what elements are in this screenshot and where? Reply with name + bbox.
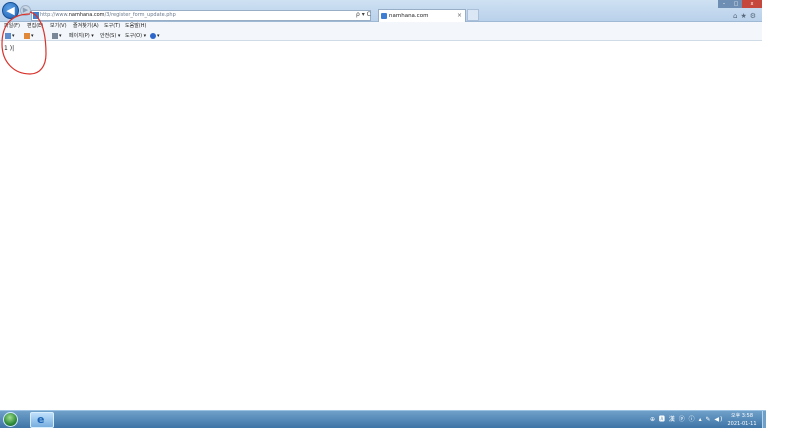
minimize-button[interactable]: – (718, 0, 730, 8)
ie-icon: e (37, 413, 45, 426)
window-controls: – □ x (718, 0, 762, 8)
home-favorites-tools-icons[interactable]: ⌂★⚙ (733, 12, 759, 20)
tab-close-button[interactable]: × (457, 10, 462, 22)
taskbar-ie-button[interactable]: e (30, 412, 54, 428)
new-tab-button[interactable] (467, 9, 479, 21)
menu-help[interactable]: 도움말(H) (125, 22, 146, 31)
show-desktop-button[interactable] (762, 411, 766, 428)
cmd-safety[interactable]: 안전(S) ▾ (100, 31, 120, 41)
screen: ◀ ▶ http://www.namhana.com/3/register_fo… (0, 0, 800, 428)
clock[interactable]: 오후 3:58 2021-01-11 (722, 412, 762, 428)
cmd-help[interactable]: ▾ (150, 31, 160, 41)
start-button[interactable] (3, 412, 18, 427)
menu-tools[interactable]: 도구(T) (104, 22, 120, 31)
menu-favorites[interactable]: 즐겨찾기(A) (73, 22, 99, 31)
menu-bar: 파일(F) 편집(E) 보기(V) 즐겨찾기(A) 도구(T) 도움말(H) (0, 22, 762, 31)
annotation-circle (1, 11, 47, 75)
favicon-icon (381, 13, 387, 19)
url-domain: namhana.com (68, 12, 105, 18)
clock-time: 오후 3:58 (730, 413, 754, 419)
address-tools[interactable]: ρ ▾ C (356, 10, 371, 20)
maximize-button[interactable]: □ (730, 0, 742, 8)
cmd-page[interactable]: 페이지(P) ▾ (69, 31, 94, 41)
close-button[interactable]: x (742, 0, 762, 8)
clock-date: 2021-01-11 (727, 421, 757, 427)
tab-namhana[interactable]: namhana.com × (378, 9, 466, 22)
cmd-help-label: ▾ (157, 33, 160, 39)
system-tray[interactable]: ⊕ 🅰 漢 ⓟ ⓘ ▴ ✎ ◀) (650, 414, 723, 423)
taskbar: e ⊕ 🅰 漢 ⓟ ⓘ ▴ ✎ ◀) 오후 3:58 2021-01-11 (0, 410, 766, 428)
url-path: /3/register_form_update.php (104, 12, 176, 18)
cmd-tools[interactable]: 도구(O) ▾ (125, 31, 146, 41)
address-bar[interactable]: http://www.namhana.com/3/register_form_u… (31, 10, 371, 21)
tab-title: namhana.com (389, 13, 429, 19)
url-text: http://www.namhana.com/3/register_form_u… (40, 12, 176, 18)
help-icon (150, 32, 156, 39)
command-bar: ▾ ▾ ▾ 페이지(P) ▾ 안전(S) ▾ 도구(O) ▾ ▾ (0, 31, 762, 41)
browser-titlebar: ◀ ▶ http://www.namhana.com/3/register_fo… (0, 0, 762, 22)
